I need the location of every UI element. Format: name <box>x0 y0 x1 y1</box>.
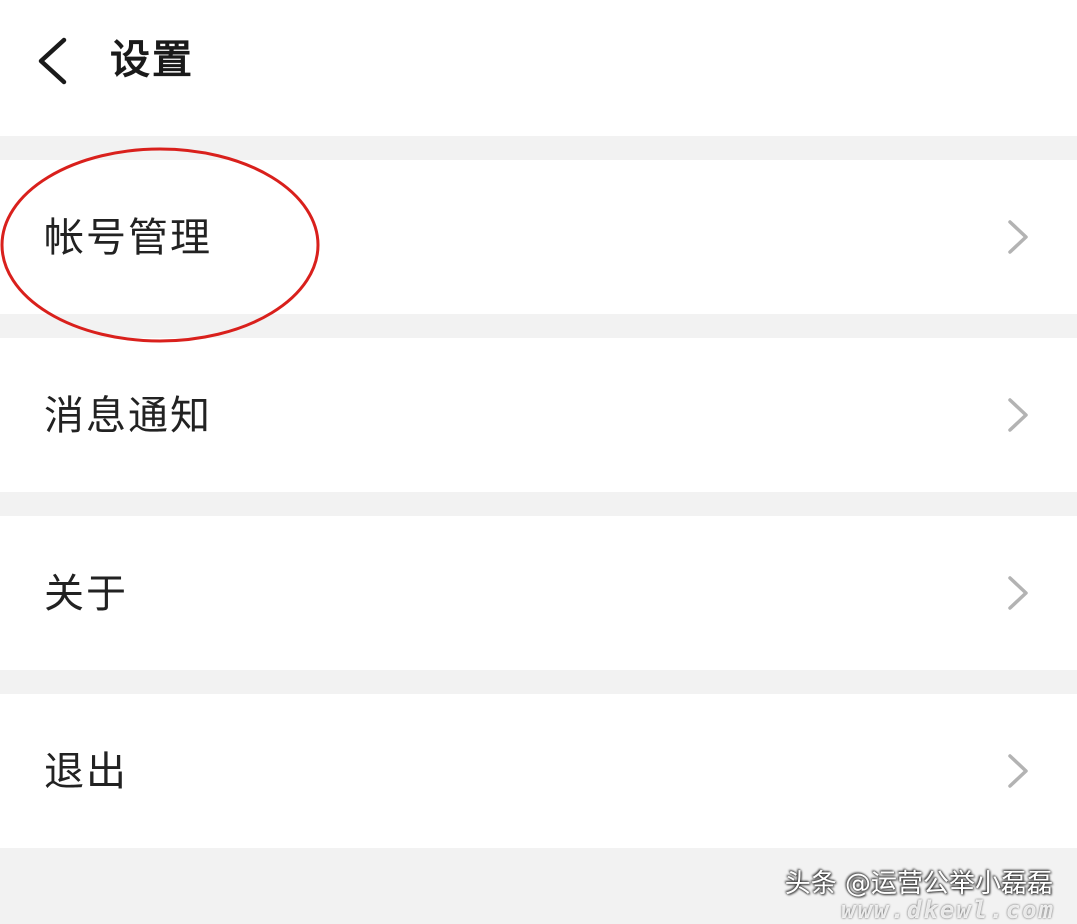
back-button[interactable] <box>22 22 92 100</box>
settings-item-label: 消息通知 <box>44 393 212 439</box>
settings-item-account-management[interactable]: 帐号管理 <box>0 160 1077 314</box>
chevron-left-icon <box>38 37 67 85</box>
settings-item-label: 退出 <box>44 749 128 795</box>
chevron-right-icon <box>1002 395 1032 435</box>
settings-item-label: 帐号管理 <box>44 215 212 261</box>
chevron-right-icon <box>1002 217 1032 257</box>
settings-item-label: 关于 <box>44 571 128 617</box>
watermark-site: www.dkewl.com <box>841 896 1055 924</box>
page-title: 设置 <box>110 37 194 83</box>
settings-item-about[interactable]: 关于 <box>0 516 1077 670</box>
top-bar: 设置 <box>0 0 1077 136</box>
settings-item-notifications[interactable]: 消息通知 <box>0 338 1077 492</box>
settings-page: 设置 帐号管理 消息通知 关于 退出 头条 @运营公举小磊磊 www.dkewl… <box>0 0 1077 924</box>
chevron-right-icon <box>1002 751 1032 791</box>
chevron-right-icon <box>1002 573 1032 613</box>
settings-item-logout[interactable]: 退出 <box>0 694 1077 848</box>
